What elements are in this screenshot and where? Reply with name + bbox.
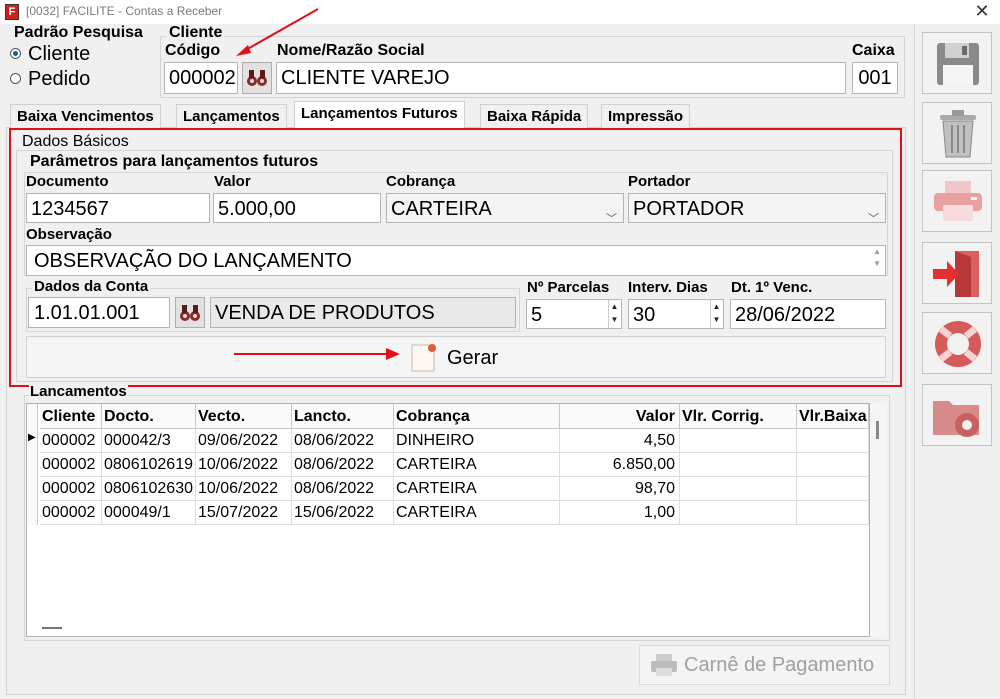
table-cell: CARTEIRA [394, 501, 560, 525]
column-header-2[interactable]: Vecto. [196, 404, 292, 429]
printer-icon [934, 181, 982, 221]
lifebuoy-icon [935, 321, 981, 367]
table-cell: 15/06/2022 [292, 501, 394, 525]
table-cell: DINHEIRO [394, 429, 560, 453]
radio-cliente-label[interactable]: Cliente [28, 43, 90, 66]
table-cell: 08/06/2022 [292, 429, 394, 453]
radio-pedido[interactable] [10, 73, 21, 84]
table-cell [680, 453, 797, 477]
column-header-5[interactable]: Valor [560, 404, 680, 429]
table-cell: 000002 [40, 501, 102, 525]
table-cell [797, 429, 869, 453]
codigo-input[interactable]: 000002 [164, 62, 238, 94]
table-cell: 98,70 [560, 477, 680, 501]
floppy-disk-icon [937, 43, 979, 85]
nome-input[interactable]: CLIENTE VAREJO [276, 62, 846, 94]
app-logo-icon: F [5, 4, 19, 20]
tab-impressao[interactable]: Impressão [601, 104, 691, 128]
save-button[interactable] [922, 32, 992, 94]
table-cell: 15/07/2022 [196, 501, 292, 525]
table-cell: CARTEIRA [394, 477, 560, 501]
table-cell: 4,50 [560, 429, 680, 453]
table-cell: 000002 [40, 477, 102, 501]
table-cell [797, 453, 869, 477]
codigo-label: Código [165, 42, 221, 59]
settings-folder-button[interactable] [922, 384, 992, 446]
table-cell: 08/06/2022 [292, 477, 394, 501]
table-cell: 000042/3 [102, 429, 196, 453]
scroll-grip[interactable] [42, 627, 62, 629]
folder-gear-icon [933, 401, 979, 437]
caixa-input[interactable]: 001 [852, 62, 898, 94]
radio-cliente[interactable] [10, 48, 21, 59]
column-header-6[interactable]: Vlr. Corrig. [680, 404, 797, 429]
table-cell [680, 477, 797, 501]
lancamentos-label: Lançamentos [29, 384, 128, 396]
annotation-highlight-box [9, 128, 902, 387]
exit-door-icon [933, 251, 979, 297]
trash-icon [940, 110, 976, 158]
annotation-arrow-top [236, 8, 319, 56]
sidebar-divider [914, 24, 915, 699]
table-cell: CARTEIRA [394, 453, 560, 477]
delete-button[interactable] [922, 102, 992, 164]
print-button[interactable] [922, 170, 992, 232]
table-cell: 000002 [40, 453, 102, 477]
help-button[interactable] [922, 312, 992, 374]
tab-lancamentos-futuros[interactable]: Lançamentos Futuros [294, 101, 465, 128]
table-cell: 10/06/2022 [196, 477, 292, 501]
table-cell: 0806102619 [102, 453, 196, 477]
table-cell: 08/06/2022 [292, 453, 394, 477]
table-scrollbar[interactable] [870, 403, 887, 637]
exit-button[interactable] [922, 242, 992, 304]
table-cell [680, 429, 797, 453]
table-cell [797, 477, 869, 501]
row-indicator-column [27, 404, 38, 525]
table-cell [797, 501, 869, 525]
column-header-7[interactable]: Vlr.Baixa [797, 404, 869, 429]
table-cell [680, 501, 797, 525]
scrollbar-thumb[interactable] [876, 421, 879, 439]
printer-icon [651, 654, 677, 676]
tab-baixa-vencimentos[interactable]: Baixa Vencimentos [10, 104, 161, 128]
padrao-pesquisa-label: Padrão Pesquisa [14, 24, 143, 41]
table-cell: 000049/1 [102, 501, 196, 525]
binoculars-icon [247, 70, 267, 86]
window-title: [0032] FACILITE - Contas a Receber [26, 4, 223, 18]
close-icon[interactable]: ✕ [970, 1, 994, 22]
table-cell: 000002 [40, 429, 102, 453]
column-header-4[interactable]: Cobrança [394, 404, 560, 429]
table-cell: 09/06/2022 [196, 429, 292, 453]
caixa-label: Caixa [852, 42, 895, 59]
search-binoculars-button[interactable] [242, 62, 272, 94]
current-row-icon: ▶ [28, 432, 36, 443]
table-cell: 10/06/2022 [196, 453, 292, 477]
column-header-3[interactable]: Lancto. [292, 404, 394, 429]
column-header-0[interactable]: Cliente [40, 404, 102, 429]
radio-pedido-label[interactable]: Pedido [28, 68, 90, 91]
table-cell: 0806102630 [102, 477, 196, 501]
table-cell: 1,00 [560, 501, 680, 525]
column-header-1[interactable]: Docto. [102, 404, 196, 429]
table-cell: 6.850,00 [560, 453, 680, 477]
tab-baixa-rapida[interactable]: Baixa Rápida [480, 104, 589, 128]
cliente-group-label: Cliente [167, 24, 225, 42]
tab-lancamentos[interactable]: Lançamentos [176, 104, 287, 128]
carne-pagamento-label: Carnê de Pagamento [684, 654, 875, 676]
